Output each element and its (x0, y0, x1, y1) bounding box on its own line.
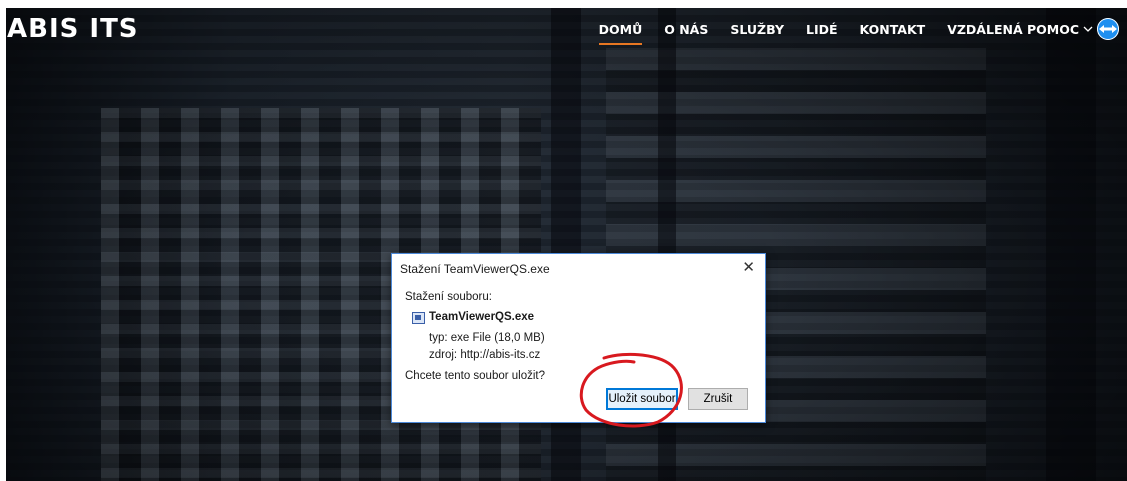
file-type: typ: exe File (18,0 MB) (429, 332, 545, 344)
download-dialog: Stažení TeamViewerQS.exe ✕ Stažení soubo… (391, 253, 766, 423)
nav-item-home[interactable]: DOMŮ (598, 22, 642, 47)
nav-item-people[interactable]: LIDÉ (806, 22, 838, 47)
cancel-button[interactable]: Zrušit (688, 388, 748, 410)
teamviewer-icon[interactable] (1097, 18, 1119, 40)
dialog-title: Stažení TeamViewerQS.exe (400, 262, 550, 276)
file-source: zdroj: http://abis-its.cz (429, 349, 541, 361)
close-icon[interactable]: ✕ (742, 258, 755, 276)
save-file-button[interactable]: Uložit soubor (606, 388, 678, 410)
nav-item-remote-help[interactable]: VZDÁLENÁ POMOC (947, 18, 1119, 50)
nav-item-contact[interactable]: KONTAKT (860, 22, 926, 47)
nav-item-about[interactable]: O NÁS (664, 22, 708, 47)
file-name: TeamViewerQS.exe (429, 311, 535, 323)
dialog-label: Stažení souboru: (405, 291, 492, 303)
site-logo[interactable]: ABIS ITS (7, 14, 139, 44)
nav-item-services[interactable]: SLUŽBY (730, 22, 784, 47)
chevron-down-icon (1083, 22, 1093, 36)
dialog-question: Chcete tento soubor uložit? (405, 370, 546, 382)
file-icon (412, 312, 425, 324)
main-nav: DOMŮ O NÁS SLUŽBY LIDÉ KONTAKT VZDÁLENÁ … (577, 14, 1119, 54)
